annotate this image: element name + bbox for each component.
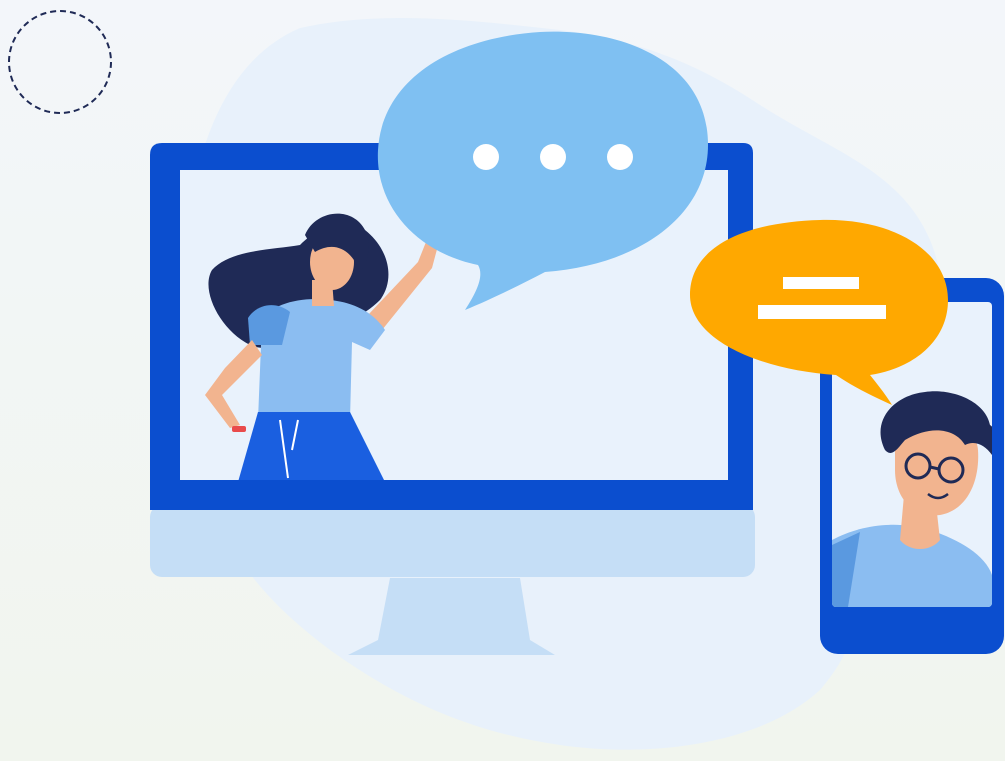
monitor-chin — [150, 505, 755, 577]
typing-dot-2 — [540, 144, 566, 170]
video-call-illustration — [0, 0, 1005, 761]
message-line-long — [758, 305, 886, 319]
typing-dot-1 — [473, 144, 499, 170]
woman-bracelet — [232, 426, 246, 432]
message-line-short — [783, 277, 859, 289]
typing-dot-3 — [607, 144, 633, 170]
